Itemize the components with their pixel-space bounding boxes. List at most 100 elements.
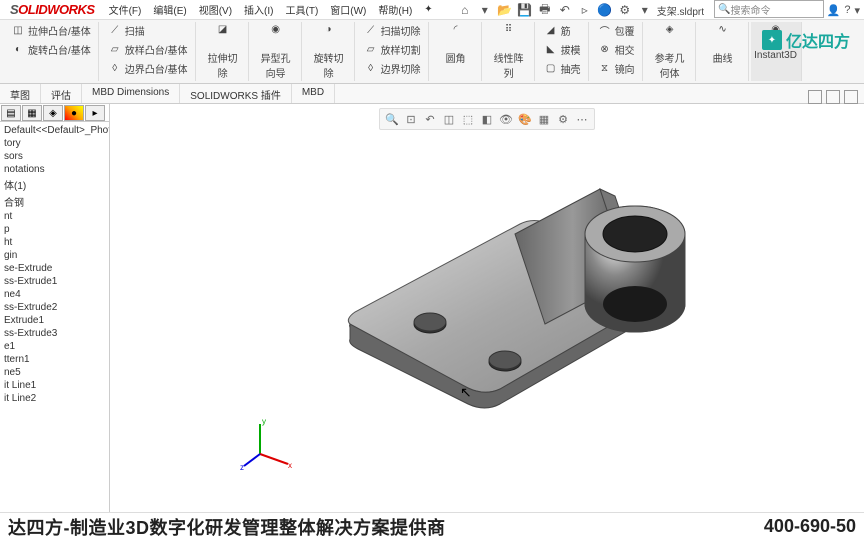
- loft-button[interactable]: ▱放样凸台/基体: [105, 41, 191, 58]
- tree-item[interactable]: se-Extrude: [0, 262, 109, 275]
- tree-item[interactable]: notations: [0, 163, 109, 176]
- tree-tab-more[interactable]: ▸: [85, 105, 105, 121]
- tab-mbd-dim[interactable]: MBD Dimensions: [82, 84, 180, 103]
- rebuild-icon[interactable]: 🔵: [597, 2, 613, 18]
- tree-item[interactable]: ss-Extrude2: [0, 301, 109, 314]
- cut-revolve-button[interactable]: ◑旋转切除: [308, 22, 350, 82]
- view-settings-icon[interactable]: ⚙: [555, 111, 571, 127]
- main-area: ▤ ▦ ◈ ● ▸ Default<<Default>_PhotoWorktor…: [0, 104, 864, 524]
- menu-help[interactable]: 帮助(H): [372, 2, 418, 17]
- hole-wizard-button[interactable]: ◉异型孔向导: [255, 22, 297, 82]
- cut-extrude-button[interactable]: ◪拉伸切除: [202, 22, 244, 82]
- cut-sweep-button[interactable]: ⟋扫描切除: [361, 22, 424, 39]
- prev-view-icon[interactable]: ↶: [422, 111, 438, 127]
- apply-scene-icon[interactable]: ▦: [536, 111, 552, 127]
- open-icon[interactable]: 📂: [497, 2, 513, 18]
- viewport[interactable]: 🔍 ⊡ ↶ ◫ ⬚ ◧ 👁 🎨 ▦ ⚙ ⋯: [110, 104, 864, 524]
- mirror-button[interactable]: ⧖镜向: [595, 60, 638, 77]
- command-manager-tabs: 草图 评估 MBD Dimensions SOLIDWORKS 插件 MBD: [0, 84, 864, 104]
- cut-loft-button[interactable]: ▱放样切割: [361, 41, 424, 58]
- tree-item[interactable]: tory: [0, 137, 109, 150]
- feature-tree: ▤ ▦ ◈ ● ▸ Default<<Default>_PhotoWorktor…: [0, 104, 110, 524]
- fillet-button[interactable]: ◜圆角: [435, 22, 477, 67]
- cut-boundary-button[interactable]: ◊边界切除: [361, 60, 424, 77]
- menu-star-icon[interactable]: ✦: [418, 4, 438, 15]
- tab-evaluate[interactable]: 评估: [41, 84, 82, 103]
- tree-item[interactable]: ht: [0, 236, 109, 249]
- draft-button[interactable]: ◣拔模: [541, 41, 584, 58]
- tree-tab-feature[interactable]: ▤: [1, 105, 21, 121]
- sweep-button[interactable]: ⟋扫描: [105, 22, 191, 39]
- tree-item[interactable]: Default<<Default>_PhotoWork: [0, 124, 109, 137]
- print-icon[interactable]: 🖶: [537, 2, 553, 18]
- doc-icon[interactable]: ▾: [637, 2, 653, 18]
- view-orient-icon[interactable]: ⬚: [460, 111, 476, 127]
- tree-item[interactable]: ne4: [0, 288, 109, 301]
- tree-item[interactable]: sors: [0, 150, 109, 163]
- menu-window[interactable]: 窗口(W): [324, 2, 372, 17]
- search-input[interactable]: 🔍 搜索命令: [714, 0, 824, 18]
- display-style-icon[interactable]: ◧: [479, 111, 495, 127]
- tree-item[interactable]: it Line1: [0, 379, 109, 392]
- dropdown-icon[interactable]: ▾: [854, 4, 860, 17]
- tree-item[interactable]: it Line2: [0, 392, 109, 405]
- curves-button[interactable]: ∿曲线: [702, 22, 744, 67]
- panel-icon-2[interactable]: [826, 90, 840, 104]
- tree-items: Default<<Default>_PhotoWorktorysorsnotat…: [0, 122, 109, 407]
- new-icon[interactable]: ▾: [477, 2, 493, 18]
- tab-mbd[interactable]: MBD: [292, 84, 335, 103]
- zoom-area-icon[interactable]: ⊡: [403, 111, 419, 127]
- hide-show-icon[interactable]: 👁: [498, 111, 514, 127]
- panel-icon-3[interactable]: [844, 90, 858, 104]
- panel-icon-1[interactable]: [808, 90, 822, 104]
- undo-icon[interactable]: ↶: [557, 2, 573, 18]
- intersect-button[interactable]: ⊗相交: [595, 41, 638, 58]
- home-icon[interactable]: ⌂: [457, 2, 473, 18]
- tree-item[interactable]: gin: [0, 249, 109, 262]
- tab-sketch[interactable]: 草图: [0, 84, 41, 103]
- menu-view[interactable]: 视图(V): [193, 2, 238, 17]
- tree-item[interactable]: ss-Extrude3: [0, 327, 109, 340]
- boundary-button[interactable]: ◊边界凸台/基体: [105, 60, 191, 77]
- pattern-button[interactable]: ⠿线性阵列: [488, 22, 530, 82]
- triad-icon[interactable]: y x z: [240, 414, 300, 474]
- tree-tab-property[interactable]: ▦: [22, 105, 42, 121]
- tree-tab-display[interactable]: ●: [64, 105, 84, 121]
- more-icon[interactable]: ⋯: [574, 111, 590, 127]
- tree-item[interactable]: 合钢: [0, 193, 109, 210]
- file-name: 支架.sldprt: [657, 3, 704, 18]
- menu-edit[interactable]: 编辑(E): [147, 2, 192, 17]
- menu-file[interactable]: 文件(F): [103, 2, 148, 17]
- user-icon[interactable]: 👤: [827, 4, 841, 17]
- tree-item[interactable]: p: [0, 223, 109, 236]
- tab-addins[interactable]: SOLIDWORKS 插件: [180, 84, 292, 103]
- options-icon[interactable]: ⚙: [617, 2, 633, 18]
- footer-phone: 400-690-50: [764, 516, 856, 537]
- cursor-icon: ↖: [460, 384, 472, 401]
- revolve-boss-button[interactable]: ◐旋转凸台/基体: [8, 41, 94, 58]
- menu-insert[interactable]: 插入(I): [238, 2, 279, 17]
- tree-item[interactable]: Extrude1: [0, 314, 109, 327]
- section-icon[interactable]: ◫: [441, 111, 457, 127]
- watermark-logo-icon: ✦: [762, 30, 782, 50]
- wrap-button[interactable]: ⌒包覆: [595, 22, 638, 39]
- ref-geom-button[interactable]: ◈参考几何体: [649, 22, 691, 82]
- edit-appear-icon[interactable]: 🎨: [517, 111, 533, 127]
- help-icon[interactable]: ?: [844, 4, 850, 16]
- save-icon[interactable]: 💾: [517, 2, 533, 18]
- menu-tools[interactable]: 工具(T): [280, 2, 325, 17]
- tree-item[interactable]: ne5: [0, 366, 109, 379]
- tree-item[interactable]: 体(1): [0, 176, 109, 193]
- tree-tab-config[interactable]: ◈: [43, 105, 63, 121]
- rib-button[interactable]: ◢筋: [541, 22, 584, 39]
- extrude-boss-button[interactable]: ◫拉伸凸台/基体: [8, 22, 94, 39]
- shell-button[interactable]: ▢抽壳: [541, 60, 584, 77]
- help-area: 👤 ? ▾: [827, 0, 860, 20]
- tree-item[interactable]: ttern1: [0, 353, 109, 366]
- svg-text:y: y: [262, 417, 266, 426]
- tree-item[interactable]: e1: [0, 340, 109, 353]
- tree-item[interactable]: nt: [0, 210, 109, 223]
- zoom-fit-icon[interactable]: 🔍: [384, 111, 400, 127]
- select-icon[interactable]: ▹: [577, 2, 593, 18]
- tree-item[interactable]: ss-Extrude1: [0, 275, 109, 288]
